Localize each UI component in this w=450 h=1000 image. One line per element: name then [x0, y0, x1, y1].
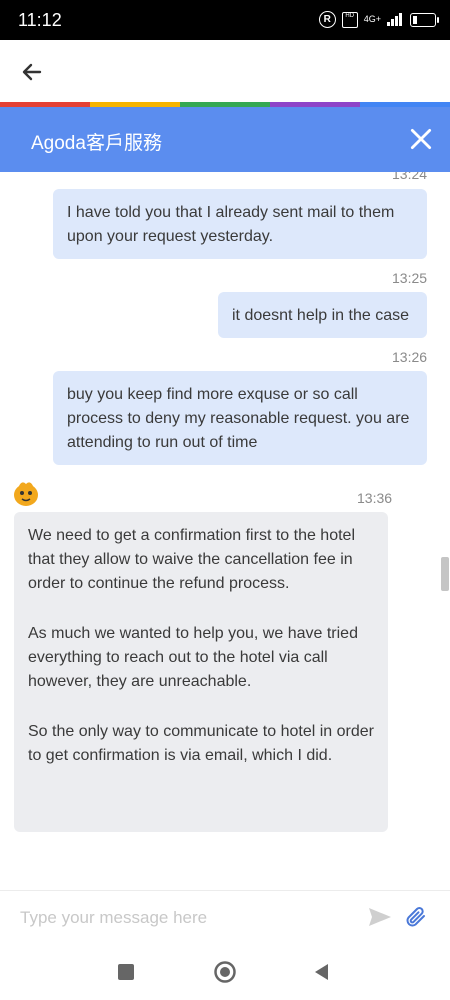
message-paragraph: So the only way to communicate to hotel …: [28, 723, 374, 764]
message-list[interactable]: 13:24 I have told you that I already sen…: [0, 172, 450, 832]
back-icon[interactable]: [312, 962, 332, 982]
user-message: buy you keep find more exquse or so call…: [53, 371, 427, 465]
status-time: 11:12: [18, 10, 62, 30]
chat-header: Agoda客戶服務: [0, 107, 450, 172]
send-icon[interactable]: [368, 906, 392, 928]
close-icon[interactable]: [408, 126, 434, 152]
message-timestamp: 13:25: [392, 270, 428, 286]
hd-icon: HD: [341, 11, 358, 28]
message-input[interactable]: [18, 901, 352, 935]
system-navigation-bar: [0, 946, 450, 1000]
message-paragraph: As much we wanted to help you, we have t…: [28, 625, 358, 690]
message-text: buy you keep find more exquse or so call…: [67, 386, 410, 451]
home-icon[interactable]: [213, 960, 237, 984]
message-timestamp: 13:36: [357, 490, 393, 506]
status-bar: 11:12 R HD 4G+: [0, 0, 450, 40]
chat-title: Agoda客戶服務: [31, 133, 162, 154]
message-timestamp: 13:24: [392, 172, 428, 182]
battery-icon: [410, 12, 439, 27]
recent-apps-icon[interactable]: [118, 964, 134, 980]
message-composer: [0, 890, 450, 947]
agent-avatar-icon: [14, 482, 38, 506]
agent-message: We need to get a confirmation first to t…: [14, 512, 388, 832]
user-message: I have told you that I already sent mail…: [53, 189, 427, 259]
message-paragraph: We need to get a confirmation first to t…: [28, 527, 355, 592]
user-message: it doesnt help in the case: [218, 292, 427, 338]
registered-icon: R: [318, 11, 336, 28]
network-type: 4G+: [363, 14, 381, 24]
scrollbar-thumb[interactable]: [441, 557, 449, 591]
message-timestamp: 13:26: [392, 349, 428, 365]
status-icons: R HD 4G+: [318, 11, 439, 28]
message-text: I have told you that I already sent mail…: [67, 204, 395, 245]
top-nav: [0, 40, 450, 102]
attach-icon[interactable]: [404, 905, 428, 929]
message-text: it doesnt help in the case: [232, 307, 410, 324]
signal-icon: [387, 13, 402, 26]
back-arrow-icon[interactable]: [20, 60, 44, 84]
